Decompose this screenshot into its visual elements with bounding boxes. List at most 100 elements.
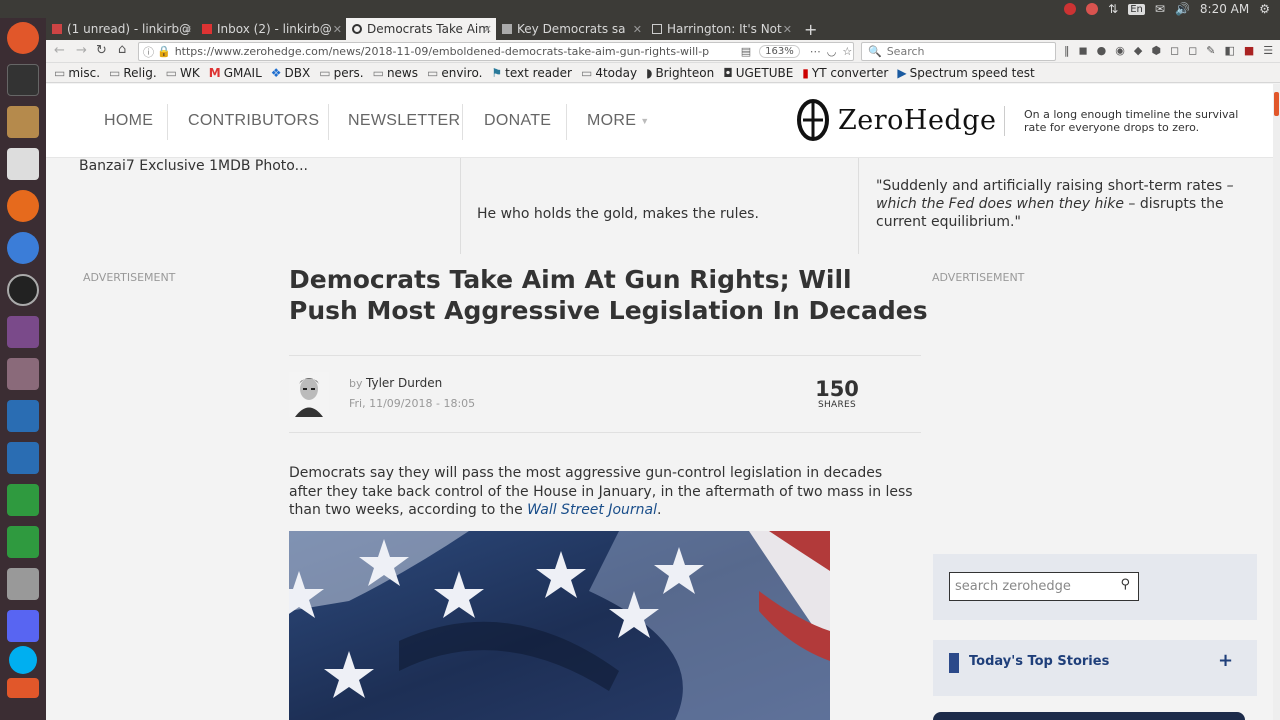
author-avatar[interactable] xyxy=(289,372,329,417)
pocket-icon[interactable]: ◡ xyxy=(827,45,837,58)
network-icon[interactable]: ⇅ xyxy=(1108,2,1118,16)
obs-icon[interactable] xyxy=(7,274,39,306)
close-icon[interactable]: ✕ xyxy=(333,23,342,36)
expand-plus-icon[interactable]: + xyxy=(1218,650,1233,671)
sidebar-search-input[interactable]: search zerohedge ⚲ xyxy=(949,572,1139,601)
extension-icon[interactable]: ⬢ xyxy=(1151,44,1161,57)
extension-icon[interactable]: ● xyxy=(1097,44,1107,57)
extension-icon[interactable]: ◻ xyxy=(1170,44,1179,57)
extension-icon[interactable]: ◆ xyxy=(1134,44,1142,57)
screenshot-icon[interactable] xyxy=(7,358,39,390)
extension-icon[interactable]: ■ xyxy=(1244,44,1254,57)
home-icon[interactable]: ⌂ xyxy=(118,42,126,57)
ticker-left-link[interactable]: Banzai7 Exclusive 1MDB Photo... xyxy=(79,158,439,174)
bookmark-link[interactable]: ⚑ text reader xyxy=(491,66,572,80)
scrollbar-thumb[interactable] xyxy=(1274,92,1279,116)
volume-icon[interactable]: 🔊 xyxy=(1175,2,1190,16)
bookmark-folder[interactable]: ▭ misc. xyxy=(54,66,100,80)
ticker-right-quote[interactable]: "Suddenly and artificially raising short… xyxy=(876,177,1246,231)
bookmark-folder[interactable]: ▭ news xyxy=(373,66,418,80)
tab-harrington[interactable]: Harrington: It's Not ✕ xyxy=(646,18,796,40)
nav-home[interactable]: HOME xyxy=(104,84,153,158)
writer-icon[interactable] xyxy=(7,442,39,474)
nav-more[interactable]: MORE ▼ xyxy=(587,84,649,158)
top-stories-panel[interactable]: Today's Top Stories + xyxy=(933,640,1257,696)
browser-search[interactable]: 🔍 Search xyxy=(861,42,1056,61)
article-image[interactable] xyxy=(289,531,830,720)
bookmark-folder[interactable]: ▭ Relig. xyxy=(109,66,157,80)
bookmark-link[interactable]: ◘ UGETUBE xyxy=(723,66,793,80)
ubuntu-dash-icon[interactable] xyxy=(7,22,39,54)
tab-unread[interactable]: (1 unread) - linkirb@ ✕ xyxy=(46,18,196,40)
settings-icon[interactable] xyxy=(7,568,39,600)
nav-contributors[interactable]: CONTRIBUTORS xyxy=(188,84,319,158)
close-icon[interactable]: ✕ xyxy=(483,23,492,36)
extension-icon[interactable]: ◻ xyxy=(1188,44,1197,57)
back-icon[interactable]: ← xyxy=(54,43,65,58)
ticker-mid-link[interactable]: He who holds the gold, makes the rules. xyxy=(477,206,837,222)
bookmark-link[interactable]: ◗ Brighteon xyxy=(646,66,714,80)
url-text[interactable]: https://www.zerohedge.com/news/2018-11-0… xyxy=(175,45,735,58)
forward-icon[interactable]: → xyxy=(76,43,87,58)
reload-icon[interactable]: ↻ xyxy=(96,43,107,58)
wsj-link[interactable]: Wall Street Journal xyxy=(527,502,657,518)
tab-key-democrats[interactable]: Key Democrats sa ✕ xyxy=(496,18,646,40)
keyboard-layout[interactable]: En xyxy=(1128,3,1145,15)
extension-icon[interactable]: ◧ xyxy=(1224,44,1234,57)
tray-icon[interactable] xyxy=(1064,3,1077,15)
skype-icon[interactable] xyxy=(9,646,37,674)
reader-icon[interactable]: ▤ xyxy=(741,45,751,58)
bookmark-folder[interactable]: ▭ pers. xyxy=(319,66,363,80)
bookmark-link[interactable]: M GMAIL xyxy=(209,66,262,80)
system-top-bar: ⇅ En ✉ 🔊 8:20 AM ⚙ xyxy=(0,0,1280,18)
calc-icon[interactable] xyxy=(7,484,39,516)
tab-democrats[interactable]: Democrats Take Aim ✕ xyxy=(346,18,496,40)
media-icon[interactable] xyxy=(7,316,39,348)
page-actions-icon[interactable]: ⋯ xyxy=(810,45,821,58)
tray-icon[interactable] xyxy=(1086,3,1099,15)
bookmark-link[interactable]: ❖ DBX xyxy=(271,66,310,80)
new-tab-button[interactable]: + xyxy=(798,18,818,40)
bookmark-folder[interactable]: ▭ 4today xyxy=(581,66,637,80)
menu-icon[interactable]: ☰ xyxy=(1263,44,1273,57)
firefox-icon[interactable] xyxy=(7,190,39,222)
info-icon[interactable]: ⓘ xyxy=(143,44,154,60)
bookmark-folder[interactable]: ▭ enviro. xyxy=(427,66,482,80)
nav-newsletter[interactable]: NEWSLETTER xyxy=(348,84,460,158)
close-icon[interactable]: ✕ xyxy=(183,23,192,36)
folder-icon: ▭ xyxy=(427,65,439,80)
close-icon[interactable]: ✕ xyxy=(633,23,642,36)
gear-icon[interactable]: ⚙ xyxy=(1259,2,1270,16)
files-icon[interactable] xyxy=(7,106,39,138)
bookmark-link[interactable]: ▮ YT converter xyxy=(802,66,888,80)
bookmark-star-icon[interactable]: ☆ xyxy=(842,45,852,58)
bookmark-folder[interactable]: ▭ WK xyxy=(166,66,200,80)
extension-icon[interactable]: ◉ xyxy=(1115,44,1125,57)
search-icon[interactable]: ⚲ xyxy=(1120,577,1130,592)
solitaire-icon[interactable] xyxy=(7,148,39,180)
zerohedge-logo[interactable]: ZeroHedge xyxy=(796,98,996,142)
extension-icon[interactable]: ◼ xyxy=(1079,44,1088,57)
logo-icon xyxy=(797,99,829,141)
url-bar[interactable]: ⓘ 🔒 https://www.zerohedge.com/news/2018-… xyxy=(138,42,854,61)
clock[interactable]: 8:20 AM xyxy=(1200,2,1249,16)
article-date: Fri, 11/09/2018 - 18:05 xyxy=(349,397,476,410)
terminal-icon[interactable] xyxy=(7,64,39,96)
extension-icon[interactable]: ✎ xyxy=(1206,44,1215,57)
lock-icon: 🔒 xyxy=(157,45,171,58)
writer-icon[interactable] xyxy=(7,400,39,432)
nav-donate[interactable]: DONATE xyxy=(484,84,551,158)
close-icon[interactable]: ✕ xyxy=(783,23,792,36)
library-icon[interactable]: ‖ xyxy=(1064,44,1070,57)
zoom-level[interactable]: 163% xyxy=(759,45,800,58)
installer-icon[interactable] xyxy=(7,678,39,698)
bookmark-link[interactable]: ▶ Spectrum speed test xyxy=(897,66,1034,80)
mail-icon[interactable]: ✉ xyxy=(1155,2,1165,16)
author-link[interactable]: Tyler Durden xyxy=(366,376,442,390)
calc-icon[interactable] xyxy=(7,526,39,558)
chromium-icon[interactable] xyxy=(7,232,39,264)
discord-icon[interactable] xyxy=(7,610,39,642)
brighteon-icon: ◗ xyxy=(646,65,653,80)
page-scrollbar[interactable] xyxy=(1273,84,1280,720)
tab-inbox[interactable]: Inbox (2) - linkirb@ ✕ xyxy=(196,18,346,40)
